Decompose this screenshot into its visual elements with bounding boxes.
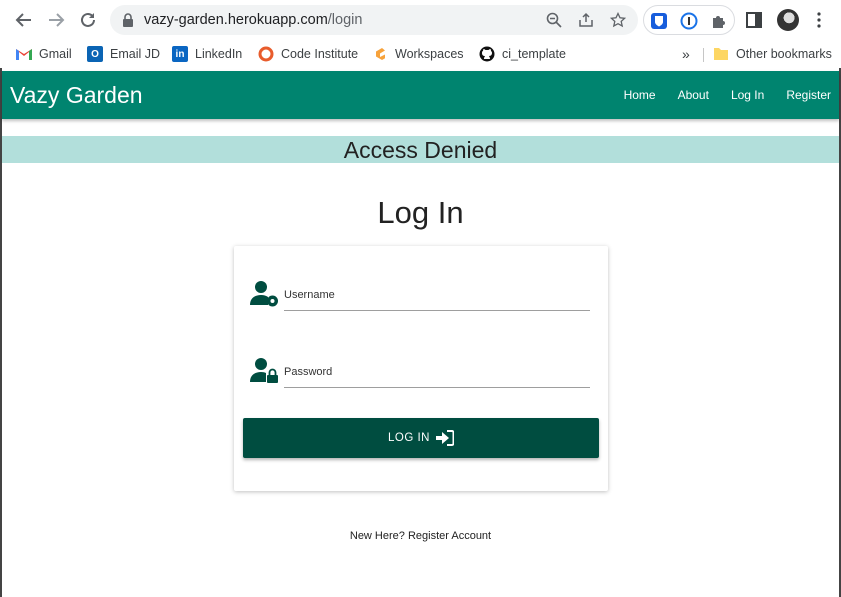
- login-button-label: LOG IN: [388, 432, 430, 444]
- page-viewport: Vazy Garden Home About Log In Register A…: [0, 68, 841, 597]
- nav-register-link[interactable]: Register: [786, 88, 831, 102]
- bookmark-label: LinkedIn: [195, 47, 243, 61]
- user-gear-icon: [250, 281, 278, 307]
- bitwarden-icon[interactable]: [650, 12, 668, 30]
- nav-login-link[interactable]: Log In: [731, 88, 764, 102]
- folder-icon: [714, 48, 728, 60]
- github-icon: [479, 46, 495, 62]
- gitpod-icon: [376, 48, 385, 60]
- bookmark-label: Gmail: [39, 47, 72, 61]
- bookmark-gmail[interactable]: Gmail: [16, 44, 72, 64]
- site-navbar: Vazy Garden Home About Log In Register: [2, 71, 839, 119]
- bookmark-linkedin[interactable]: in LinkedIn: [172, 44, 242, 64]
- outlook-icon: O: [87, 46, 103, 62]
- bookmarks-bar: Gmail O Email JD in LinkedIn Code Instit…: [0, 40, 841, 68]
- nav-home-link[interactable]: Home: [624, 88, 656, 102]
- reload-button[interactable]: [76, 8, 100, 32]
- username-underline: [284, 310, 590, 311]
- login-button[interactable]: LOG IN: [243, 418, 599, 458]
- forward-arrow-icon: [49, 13, 65, 27]
- bookmark-label: Other bookmarks: [736, 47, 832, 61]
- kebab-menu-icon[interactable]: [810, 11, 828, 29]
- password-underline: [284, 387, 590, 388]
- username-label: Username: [284, 289, 335, 301]
- profile-avatar[interactable]: [777, 9, 799, 31]
- extensions-puzzle-icon[interactable]: [710, 12, 728, 30]
- url-host: vazy-garden.herokuapp.com: [144, 12, 328, 28]
- bookmark-label: ci_template: [502, 47, 566, 61]
- extensions-group: [643, 5, 735, 35]
- side-panel-icon[interactable]: [745, 11, 763, 29]
- onepassword-icon[interactable]: [680, 12, 698, 30]
- bookmarks-overflow-button[interactable]: »: [682, 44, 690, 64]
- back-arrow-icon: [15, 13, 31, 27]
- bookmark-code-institute[interactable]: Code Institute: [258, 44, 358, 64]
- password-field[interactable]: Password: [250, 356, 592, 390]
- register-account-link[interactable]: New Here? Register Account: [2, 530, 839, 542]
- address-bar[interactable]: vazy-garden.herokuapp.com/login: [110, 5, 638, 35]
- forward-button[interactable]: [44, 8, 68, 32]
- url-path: /login: [327, 12, 363, 28]
- bookmarks-divider: [703, 48, 704, 62]
- bookmark-other[interactable]: Other bookmarks: [713, 44, 832, 64]
- bookmark-label: Email JD: [110, 47, 161, 61]
- chevron-double-icon: »: [682, 46, 690, 62]
- username-field[interactable]: Username: [250, 279, 592, 313]
- bookmark-label: Workspaces: [395, 47, 464, 61]
- nav-links: Home About Log In Register: [602, 88, 831, 102]
- sign-in-icon: [435, 430, 454, 446]
- bookmark-label: Code Institute: [281, 47, 359, 61]
- gmail-icon: [16, 49, 32, 60]
- bookmark-email-jd[interactable]: O Email JD: [87, 44, 160, 64]
- linkedin-icon: in: [172, 46, 188, 62]
- password-label: Password: [284, 366, 333, 378]
- url-text: vazy-garden.herokuapp.com/login: [144, 12, 362, 28]
- site-brand[interactable]: Vazy Garden: [10, 82, 143, 109]
- code-institute-icon: [258, 46, 274, 62]
- browser-toolbar: vazy-garden.herokuapp.com/login: [0, 0, 841, 40]
- zoom-icon[interactable]: [546, 12, 562, 28]
- flash-message: Access Denied: [2, 136, 839, 163]
- back-button[interactable]: [12, 8, 36, 32]
- bookmark-star-icon[interactable]: [610, 12, 626, 28]
- nav-about-link[interactable]: About: [678, 88, 709, 102]
- reload-icon: [81, 12, 95, 27]
- bookmark-ci-template[interactable]: ci_template: [479, 44, 566, 64]
- bookmark-workspaces[interactable]: Workspaces: [372, 44, 464, 64]
- lock-icon: [123, 13, 133, 27]
- user-lock-icon: [250, 358, 278, 383]
- share-icon[interactable]: [578, 12, 594, 28]
- page-title: Log In: [377, 195, 464, 230]
- login-card: Username Password LOG IN: [234, 246, 608, 491]
